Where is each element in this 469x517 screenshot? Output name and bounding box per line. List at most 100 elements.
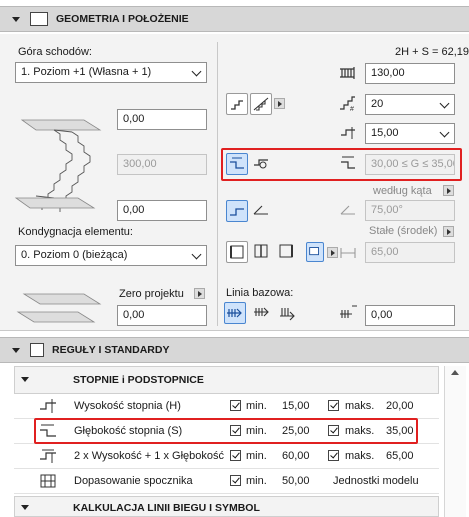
- width-custom-button[interactable]: [306, 242, 324, 262]
- svg-text:#: #: [350, 106, 354, 113]
- top-of-stair-label: Góra schodów:: [18, 46, 92, 58]
- stair-geometry-icon: [30, 12, 48, 26]
- rule-row-formula: 2 x Wysokość + 1 x Głębokość min. 60,00 …: [14, 444, 439, 469]
- rule-row-riser-height: Wysokość stopnia (H) min. 15,00 maks. 20…: [14, 394, 439, 419]
- zero-reference-popup-icon[interactable]: [194, 288, 205, 299]
- structure-popup-arrow-icon[interactable]: [274, 98, 285, 109]
- stair-height-field: 300,00: [117, 154, 207, 175]
- width-right-button[interactable]: [276, 241, 298, 263]
- chevron-down-icon: [191, 249, 202, 260]
- constant-popup-arrow-icon[interactable]: [443, 226, 454, 237]
- collapse-triangle-icon[interactable]: [12, 347, 20, 353]
- angle-icon: [338, 200, 360, 222]
- flight-width-icon: [338, 242, 360, 264]
- rule-label: 2 x Wysokość + 1 x Głębokość: [74, 450, 224, 462]
- rules-section-title: REGUŁY I STANDARDY: [52, 344, 170, 356]
- max-checkbox[interactable]: [328, 450, 339, 461]
- riser-height-value: 15,00: [371, 127, 399, 139]
- baseline-left-button[interactable]: [224, 302, 246, 324]
- rules-section-header[interactable]: REGUŁY I STANDARDY: [0, 337, 469, 363]
- riser-count-icon: #: [338, 93, 360, 115]
- walkline-section-title: KALKULACJA LINII BIEGU I SYMBOL: [73, 502, 260, 514]
- rule-label: Wysokość stopnia (H): [74, 400, 181, 412]
- min-value[interactable]: 15,00: [282, 400, 310, 412]
- baseline-center-button[interactable]: [252, 302, 274, 324]
- scroll-up-icon[interactable]: [451, 370, 459, 375]
- max-label: maks.: [345, 400, 375, 412]
- rules-scrollbar[interactable]: [444, 366, 466, 517]
- going-mode-button[interactable]: [226, 153, 248, 175]
- landing-fit-icon: [40, 474, 56, 488]
- riser-count-value: 20: [371, 98, 384, 110]
- slope-by-going-button[interactable]: [226, 200, 248, 222]
- chevron-down-icon: [439, 127, 450, 138]
- flight-width-field: 65,00: [365, 242, 455, 263]
- home-storey-value: 0. Poziom 0 (bieżąca): [21, 249, 128, 261]
- home-storey-select[interactable]: 0. Poziom 0 (bieżąca): [15, 245, 207, 266]
- baseline-offset-icon: [338, 302, 360, 324]
- stair-type-button[interactable]: [226, 93, 248, 115]
- stair-illustration: [14, 119, 102, 212]
- collapse-triangle-icon[interactable]: [21, 377, 29, 382]
- constant-center-label: Stałe (środek): [369, 225, 438, 237]
- chevron-down-icon: [439, 98, 450, 109]
- baseline-label: Linia bazowa:: [226, 287, 294, 299]
- geometry-section-title: GEOMETRIA I POŁOŻENIE: [56, 13, 189, 25]
- min-value[interactable]: 50,00: [282, 475, 310, 487]
- riser-height-icon: [338, 123, 360, 145]
- going-range-field: 30,00 ≤ G ≤ 35,00: [365, 154, 455, 175]
- total-height-field[interactable]: 130,00: [365, 63, 455, 84]
- top-offset-field[interactable]: 0,00: [117, 109, 207, 130]
- baseline-offset-field[interactable]: 0,00: [365, 305, 455, 326]
- treads-risers-title: STOPNIE i PODSTOPNICE: [73, 374, 204, 386]
- project-zero-label: Zero projektu: [119, 288, 184, 300]
- width-left-button[interactable]: [226, 241, 248, 263]
- slope-by-angle-button[interactable]: [251, 200, 273, 222]
- min-label: min.: [246, 450, 267, 462]
- by-angle-label: według kąta: [373, 185, 432, 197]
- going-depth-icon: [338, 153, 360, 175]
- rules-document-icon: [30, 343, 44, 357]
- min-checkbox[interactable]: [230, 450, 241, 461]
- geometry-panel: Góra schodów: 1. Poziom +1 (Własna + 1) …: [0, 34, 469, 331]
- riser-height-icon: [40, 399, 56, 413]
- min-label: min.: [246, 400, 267, 412]
- min-value[interactable]: 60,00: [282, 450, 310, 462]
- max-checkbox[interactable]: [328, 400, 339, 411]
- treads-risers-subheader[interactable]: STOPNIE i PODSTOPNICE: [14, 366, 439, 394]
- top-of-stair-value: 1. Poziom +1 (Własna + 1): [21, 66, 152, 78]
- max-label: maks.: [345, 450, 375, 462]
- walkline-section-header[interactable]: KALKULACJA LINII BIEGU I SYMBOL: [14, 496, 439, 517]
- tread-depth-highlight-box: [34, 418, 418, 444]
- min-checkbox[interactable]: [230, 400, 241, 411]
- chevron-down-icon: [191, 66, 202, 77]
- max-value[interactable]: 20,00: [386, 400, 414, 412]
- riser-height-select[interactable]: 15,00: [365, 123, 455, 144]
- angle-popup-arrow-icon[interactable]: [443, 185, 454, 196]
- top-of-stair-select[interactable]: 1. Poziom +1 (Własna + 1): [15, 62, 207, 83]
- baseline-right-button[interactable]: [278, 302, 300, 324]
- rule-row-landing-fit: Dopasowanie spocznika min. 50,00 Jednost…: [14, 469, 439, 494]
- geometry-section-header[interactable]: GEOMETRIA I POŁOŻENIE: [0, 6, 469, 32]
- model-units-label: Jednostki modelu: [333, 475, 419, 487]
- collapse-triangle-icon[interactable]: [21, 505, 29, 510]
- project-zero-field[interactable]: 0,00: [117, 305, 207, 326]
- rule-label: Dopasowanie spocznika: [74, 475, 193, 487]
- min-checkbox[interactable]: [230, 475, 241, 486]
- bottom-offset-field[interactable]: 0,00: [117, 200, 207, 221]
- panel-divider: [217, 42, 218, 326]
- max-value[interactable]: 65,00: [386, 450, 414, 462]
- width-center-button[interactable]: [251, 241, 273, 263]
- width-popup-arrow-icon[interactable]: [327, 247, 338, 258]
- min-label: min.: [246, 475, 267, 487]
- zero-level-illustration: [16, 293, 102, 323]
- home-storey-label: Kondygnacja elementu:: [18, 226, 133, 238]
- angle-field: 75,00°: [365, 200, 455, 221]
- stair-formula-readout: 2H + S = 62,19: [395, 46, 469, 58]
- stair-structure-button[interactable]: [250, 93, 272, 115]
- total-height-icon: [338, 63, 360, 85]
- step-formula-icon: [40, 449, 56, 463]
- riser-count-select[interactable]: 20: [365, 94, 455, 115]
- collapse-triangle-icon[interactable]: [12, 16, 20, 22]
- going-rule-icon[interactable]: [251, 153, 273, 175]
